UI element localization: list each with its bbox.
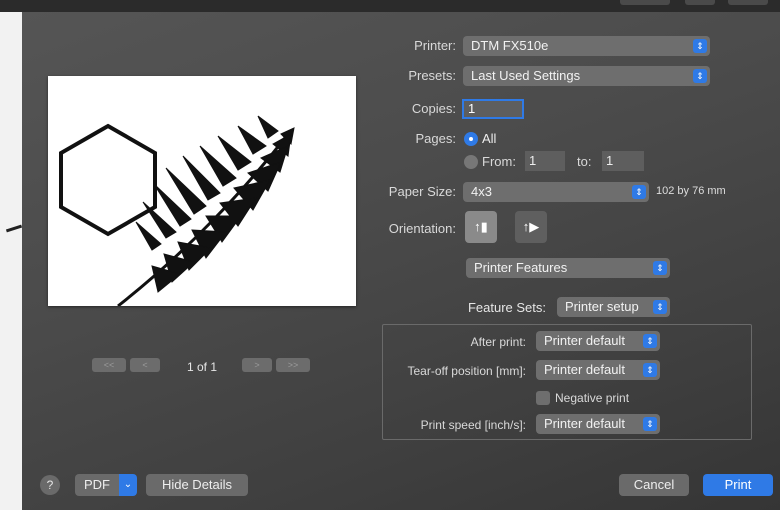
hide-details-button[interactable]: Hide Details [146,474,248,496]
window-top-bar [0,0,780,12]
stepper-icon: ⇕ [632,185,646,199]
after-print-value: Printer default [544,333,625,348]
negative-print-checkbox[interactable] [536,391,550,405]
landscape-icon: ↑▶ [522,219,540,234]
tear-off-label: Tear-off position [mm]: [407,364,527,378]
printer-label: Printer: [414,38,456,53]
pages-label: Pages: [415,131,456,146]
background-mark [5,224,23,233]
print-preview [48,76,356,306]
orientation-label: Orientation: [388,221,456,236]
first-page-button[interactable]: << [92,358,126,372]
stepper-icon: ⇕ [693,39,707,53]
stepper-icon: ⇕ [653,300,667,314]
stepper-icon: ⇕ [653,261,667,275]
pdf-button[interactable]: PDF [75,474,121,496]
negative-print-label: Negative print [555,391,630,405]
presets-label: Presets: [408,68,456,83]
orientation-portrait-button[interactable]: ↑▮ [465,211,497,243]
presets-popup[interactable]: Last Used Settings ⇕ [463,66,710,86]
pages-range-radio[interactable] [464,155,478,169]
stepper-icon: ⇕ [643,417,657,431]
printer-popup[interactable]: DTM FX510e ⇕ [463,36,710,56]
orientation-landscape-button[interactable]: ↑▶ [515,211,547,243]
hexagon-shape [59,123,157,237]
after-print-label: After print: [470,335,526,349]
paper-size-popup[interactable]: 4x3 ⇕ [463,182,649,202]
top-bar-control [620,0,670,5]
background-window-edge [0,12,23,510]
print-speed-label: Print speed [inch/s]: [420,418,526,432]
section-value: Printer Features [474,260,568,275]
pages-all-label: All [482,131,497,146]
chevron-down-icon: ⌄ [123,479,133,490]
after-print-popup[interactable]: Printer default ⇕ [536,331,660,351]
copies-label: Copies: [411,101,456,116]
pages-to-field[interactable]: 1 [602,151,644,171]
tear-off-popup[interactable]: Printer default ⇕ [536,360,660,380]
paper-size-value: 4x3 [471,184,492,199]
top-bar-control [728,0,768,5]
pages-all-radio[interactable] [464,132,478,146]
top-bar-control [685,0,715,5]
cancel-button[interactable]: Cancel [619,474,689,496]
print-button[interactable]: Print [703,474,773,496]
next-page-button[interactable]: > [242,358,272,372]
stepper-icon: ⇕ [643,334,657,348]
page-indicator: 1 of 1 [187,360,218,374]
help-icon[interactable]: ? [40,475,60,495]
stepper-icon: ⇕ [643,363,657,377]
copies-field[interactable]: 1 [462,99,524,119]
paper-size-label: Paper Size: [388,184,456,199]
print-speed-popup[interactable]: Printer default ⇕ [536,414,660,434]
last-page-button[interactable]: >> [276,358,310,372]
section-popup[interactable]: Printer Features ⇕ [466,258,670,278]
feature-sets-label: Feature Sets: [467,300,546,315]
feature-sets-value: Printer setup [565,299,639,314]
feature-sets-popup[interactable]: Printer setup ⇕ [557,297,670,317]
previous-page-button[interactable]: < [130,358,160,372]
portrait-icon: ↑▮ [474,219,488,234]
paper-dimensions: 102 by 76 mm [656,185,726,197]
tear-off-value: Printer default [544,362,625,377]
pages-from-label: From: [482,154,516,169]
pages-to-label: to: [577,154,592,169]
presets-value: Last Used Settings [471,68,581,83]
pdf-menu-button[interactable]: ⌄ [119,474,137,496]
print-speed-value: Printer default [544,416,625,431]
preview-artwork [59,115,295,306]
stepper-icon: ⇕ [693,69,707,83]
printer-value: DTM FX510e [471,38,549,53]
pages-from-field[interactable]: 1 [525,151,565,171]
